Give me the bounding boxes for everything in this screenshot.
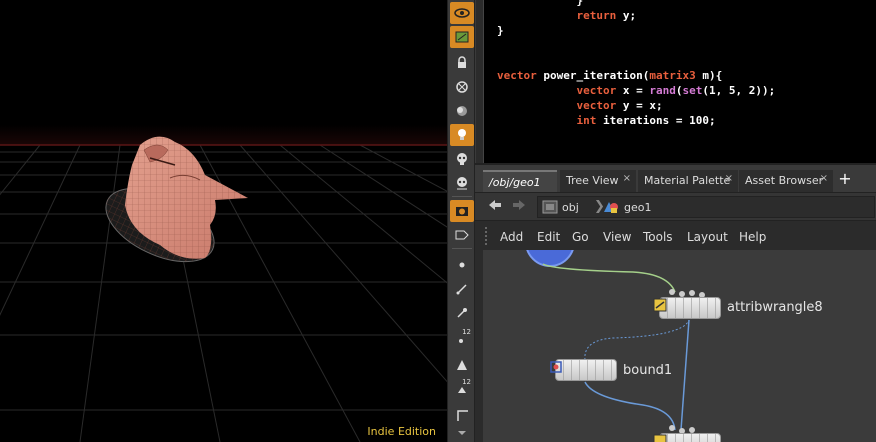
node-downstream[interactable] [653, 433, 721, 442]
view-icon[interactable] [450, 2, 474, 24]
node-label: bound1 [623, 363, 673, 378]
code-line[interactable]: } [497, 0, 775, 8]
display-flags-icon[interactable] [450, 224, 474, 246]
viewport-toolbar: 12 12 [447, 0, 475, 442]
snapshot-icon[interactable] [450, 76, 474, 98]
geo-node-icon [604, 202, 618, 213]
scroll-down-icon[interactable] [450, 426, 474, 440]
viewport-canvas [0, 125, 447, 442]
edition-label: Indie Edition [367, 425, 436, 438]
menu-tools[interactable]: Tools [643, 230, 673, 244]
skull-lit-icon[interactable] [450, 172, 474, 194]
menu-go[interactable]: Go [572, 230, 589, 244]
tab-label: Asset Browser [745, 174, 824, 187]
code-line[interactable]: return y; [497, 8, 775, 23]
code-line[interactable]: vector y = x; [497, 98, 775, 113]
tab-tree-view[interactable]: Tree View × [560, 170, 636, 192]
normal-icon[interactable] [450, 278, 474, 300]
vex-code-editor[interactable]: } return y;} vector power_iteration(matri… [475, 0, 876, 163]
path-item-geo1[interactable]: geo1 [602, 200, 651, 214]
tab-label: Tree View [566, 174, 619, 187]
code-line[interactable]: vector power_iteration(matrix3 m){ [497, 68, 775, 83]
menu-help[interactable]: Help [739, 230, 766, 244]
tab-obj-geo1[interactable]: /obj/geo1 [483, 170, 557, 192]
wire [680, 319, 690, 431]
tab-label: Material Palette [644, 174, 731, 187]
shading-icon[interactable] [450, 354, 474, 376]
network-editor[interactable]: attribwrangle8 bound1 [475, 250, 876, 442]
close-icon[interactable]: × [725, 173, 733, 184]
point-numbers-icon[interactable]: 12 [450, 328, 474, 350]
close-icon[interactable]: × [820, 173, 828, 184]
point-icon[interactable] [450, 254, 474, 276]
code-line[interactable] [497, 38, 775, 53]
node-label: attribwrangle8 [727, 300, 823, 315]
path-item-obj[interactable]: obj [542, 200, 579, 214]
forward-arrow-icon[interactable] [511, 198, 527, 216]
wire [584, 381, 676, 431]
pin-icon[interactable] [450, 302, 474, 324]
prim-numbers-icon[interactable]: 12 [450, 378, 474, 400]
camera-icon[interactable] [450, 200, 474, 222]
upstream-node[interactable] [526, 250, 574, 267]
network-path[interactable]: obj ❯ geo1 [537, 196, 875, 218]
back-arrow-icon[interactable] [487, 198, 503, 216]
code-line[interactable] [497, 53, 775, 68]
path-label: geo1 [624, 200, 652, 214]
light-icon[interactable] [450, 124, 474, 146]
network-wires [526, 250, 690, 431]
wire [542, 263, 676, 293]
corner-icon[interactable] [450, 404, 474, 426]
code-line[interactable]: vector x = rand(set(1, 5, 2)); [497, 83, 775, 98]
code-line[interactable]: int iterations = 100; [497, 113, 775, 128]
node-bound1[interactable] [550, 359, 617, 381]
menu-edit[interactable]: Edit [537, 230, 560, 244]
wrangle-icon [653, 434, 667, 442]
menu-add[interactable]: Add [500, 230, 523, 244]
editor-gutter [476, 0, 484, 163]
code-line[interactable]: } [497, 23, 775, 38]
network-menubar: Add Edit Go View Tools Layout Help [475, 220, 876, 250]
menu-layout[interactable]: Layout [687, 230, 728, 244]
bound-icon [550, 361, 562, 373]
close-icon[interactable]: × [623, 173, 631, 184]
add-tab-button[interactable]: + [836, 170, 854, 190]
lock-icon[interactable] [450, 52, 474, 74]
skull-icon[interactable] [450, 148, 474, 170]
tab-label: /obj/geo1 [489, 176, 541, 189]
path-label: obj [562, 200, 579, 214]
drag-handle-icon[interactable] [485, 227, 489, 245]
path-bar: obj ❯ geo1 [475, 192, 876, 220]
wire-dashed [584, 319, 690, 361]
scene-viewport[interactable]: Indie Edition [0, 0, 447, 442]
obj-network-icon [542, 200, 558, 214]
tab-material-palette[interactable]: Material Palette × [638, 170, 738, 192]
node-attribwrangle8[interactable] [653, 297, 721, 319]
wrangle-icon [653, 298, 667, 312]
display-options-icon[interactable] [450, 26, 474, 48]
pig-head-model[interactable] [95, 136, 248, 277]
menu-view[interactable]: View [603, 230, 631, 244]
pane-tab-bar: /obj/geo1 Tree View × Material Palette ×… [475, 163, 876, 192]
code-text[interactable]: } return y;} vector power_iteration(matri… [497, 0, 775, 128]
ghost-icon[interactable] [450, 100, 474, 122]
tab-asset-browser[interactable]: Asset Browser × [739, 170, 833, 192]
